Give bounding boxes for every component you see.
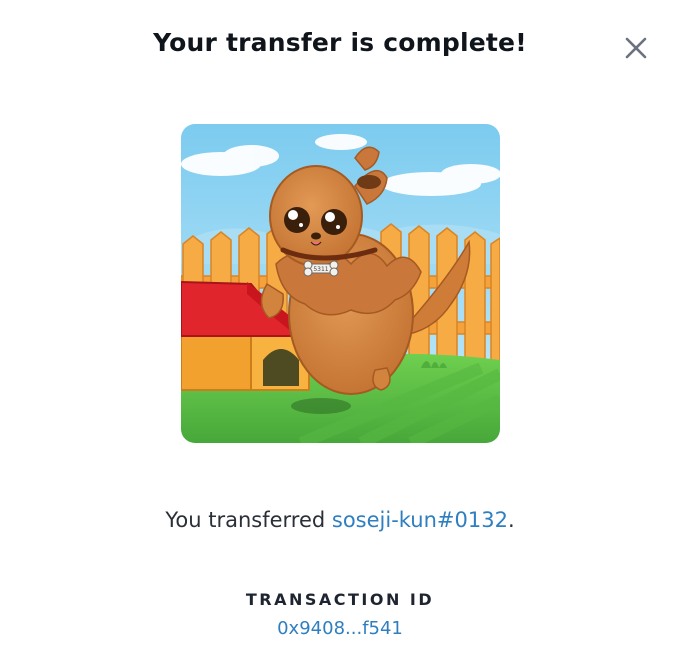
close-button[interactable]: [620, 32, 652, 64]
transaction-id-link[interactable]: 0x9408...f541: [0, 618, 680, 639]
dog-illustration: 5311: [181, 124, 500, 443]
message-suffix: .: [507, 508, 515, 532]
message-prefix: You transferred: [165, 508, 332, 532]
nft-image: 5311: [181, 124, 500, 443]
transaction-id-label: TRANSACTION ID: [245, 590, 435, 609]
transfer-complete-dialog: Your transfer is complete! 5311 You tran…: [0, 0, 680, 666]
close-icon: [625, 37, 647, 59]
dialog-title: Your transfer is complete!: [153, 28, 527, 57]
collar-tag-text: 5311: [313, 266, 328, 273]
transfer-message: You transferred soseji-kun#0132.: [0, 508, 680, 532]
nft-name-link[interactable]: soseji-kun#0132: [332, 508, 508, 532]
